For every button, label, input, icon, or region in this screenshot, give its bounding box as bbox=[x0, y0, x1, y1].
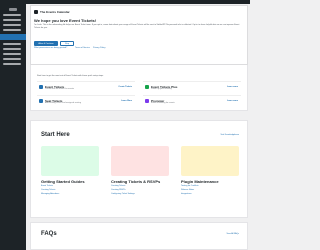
allow-continue-button[interactable]: Allow & Continue bbox=[34, 41, 58, 46]
admin-toolbar bbox=[26, 0, 250, 4]
card-event-tickets: Event Tickets Create and sell tickets fo… bbox=[37, 81, 135, 91]
maintenance-link[interactable]: Release Notes bbox=[181, 189, 194, 191]
modal-body: I'm Leah. This is the onboarding file he… bbox=[34, 24, 240, 29]
card-seat-tickets: Seat Tickets Add seating charts and assi… bbox=[37, 95, 135, 105]
tickets-link[interactable]: Configuring Ticket Settings bbox=[111, 193, 135, 195]
sidebar-item-tickets[interactable] bbox=[0, 34, 26, 40]
privacy-link[interactable]: Privacy Policy bbox=[93, 47, 105, 49]
tickets-link[interactable]: Creating RSVPs bbox=[111, 189, 126, 191]
sidebar-item-settings[interactable] bbox=[3, 63, 21, 65]
megaphone-icon bbox=[145, 99, 149, 103]
sidebar-item-comments[interactable] bbox=[3, 29, 21, 31]
card-action-link[interactable]: Learn more bbox=[227, 100, 238, 102]
admin-sidebar bbox=[0, 0, 26, 250]
sidebar-item-media[interactable] bbox=[3, 19, 21, 21]
card-action-link[interactable]: Learn More bbox=[121, 100, 132, 102]
sidebar-item-posts[interactable] bbox=[3, 14, 21, 16]
modal-header: The Events Calendar bbox=[31, 6, 247, 15]
card-action-link[interactable]: Create Tickets bbox=[118, 86, 132, 88]
maintenance-title: Plugin Maintenance bbox=[181, 179, 219, 184]
view-all-faqs-link[interactable]: View All FAQs bbox=[226, 233, 239, 235]
sidebar-item-tools[interactable] bbox=[3, 58, 21, 60]
guide-link[interactable]: Managing Attendees bbox=[41, 193, 59, 195]
faqs-title: FAQs bbox=[41, 231, 57, 237]
seat-icon bbox=[39, 99, 43, 103]
sidebar-item-appearance[interactable] bbox=[3, 43, 21, 45]
opt-in-modal: The Events Calendar We hope you love Eve… bbox=[30, 5, 248, 65]
modal-title: We hope you love Event Tickets! bbox=[34, 18, 97, 23]
faqs-section: FAQs View All FAQs bbox=[30, 222, 248, 250]
guides-illustration bbox=[41, 146, 99, 176]
knowledgebase-link[interactable]: Visit Knowledgebase bbox=[220, 134, 239, 136]
tickets-illustration bbox=[111, 146, 169, 176]
card-event-tickets-plus: Event Tickets Plus Power up your ticketi… bbox=[143, 81, 241, 91]
permissions-link[interactable]: What permissions are being granted? bbox=[34, 47, 67, 49]
plus-icon bbox=[145, 85, 149, 89]
sidebar-item-plugins[interactable] bbox=[3, 48, 21, 50]
sidebar-item-users[interactable] bbox=[3, 53, 21, 55]
card-desc: Create and sell tickets for events bbox=[45, 88, 75, 90]
calendar-logo-icon bbox=[34, 9, 38, 14]
card-desc: Add seating charts and assigned seating bbox=[45, 102, 82, 104]
dashboard-icon[interactable] bbox=[9, 8, 17, 11]
card-desc: Power up your ticketing bbox=[151, 88, 172, 90]
card-promoter: Promoter Email marketing for events Lear… bbox=[143, 95, 241, 105]
panel-intro: Start here to get the most out of Event … bbox=[37, 75, 104, 77]
tickets-rsvps-title: Creating Tickets & RSVPs bbox=[111, 179, 161, 184]
ticket-icon bbox=[39, 85, 43, 89]
card-action-link[interactable]: Learn more bbox=[227, 86, 238, 88]
guides-title: Getting Started Guides bbox=[41, 179, 85, 184]
quick-setup-panel: Start here to get the most out of Event … bbox=[30, 65, 248, 111]
maintenance-illustration bbox=[181, 146, 239, 176]
sidebar-item-pages[interactable] bbox=[3, 24, 21, 26]
guide-link[interactable]: Event Tickets bbox=[41, 185, 53, 187]
maintenance-link[interactable]: Testing for Conflicts bbox=[181, 185, 198, 187]
terms-link[interactable]: Terms of Service bbox=[75, 47, 90, 49]
modal-brand: The Events Calendar bbox=[40, 9, 70, 14]
tickets-link[interactable]: Creating Tickets bbox=[111, 185, 125, 187]
card-desc: Email marketing for events bbox=[151, 102, 175, 104]
guide-link[interactable]: Creating Tickets bbox=[41, 189, 55, 191]
start-here-title: Start Here bbox=[41, 132, 70, 138]
skip-button[interactable]: Skip bbox=[60, 41, 74, 46]
start-here-section: Start Here Visit Knowledgebase Getting S… bbox=[30, 120, 248, 218]
maintenance-link[interactable]: Integrations bbox=[181, 193, 191, 195]
